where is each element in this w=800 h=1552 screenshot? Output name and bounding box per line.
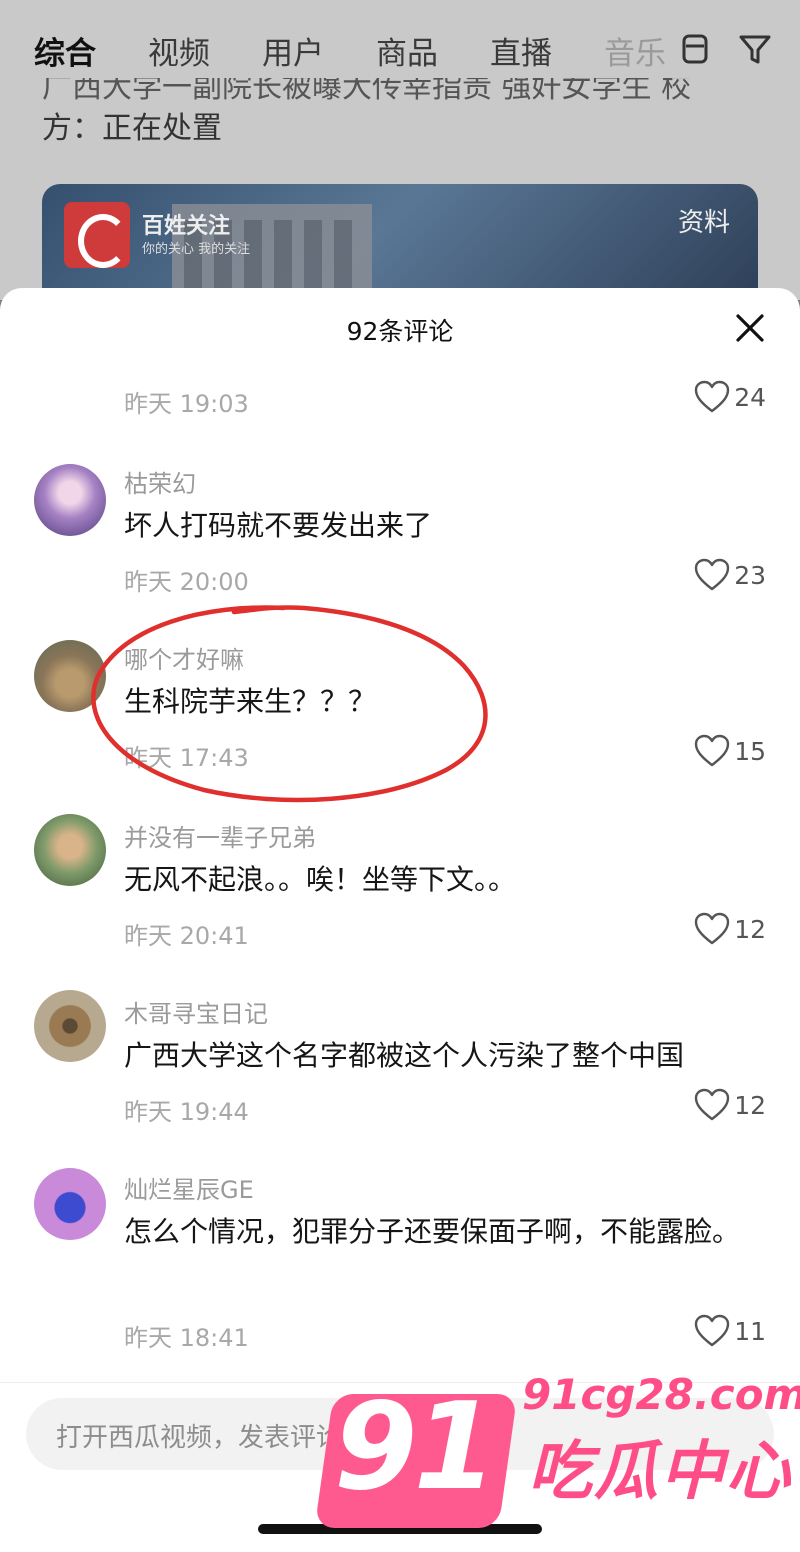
- heart-icon: [694, 1314, 730, 1347]
- tab-comprehensive[interactable]: 综合: [34, 28, 96, 73]
- comment-time: 昨天 19:03: [124, 390, 249, 418]
- comment-time: 昨天 19:44: [124, 1098, 249, 1126]
- like-count: 12: [734, 1090, 766, 1120]
- background-page: 综合 视频 用户 商品 直播 音乐 广西大学一副院长被曝大传幸指责 强奸女学生 …: [0, 0, 800, 300]
- sheet-header: 92条评论: [0, 288, 800, 372]
- video-thumbnail[interactable]: 百姓关注 你的关心 我的关注 资料: [42, 184, 758, 300]
- tab-live[interactable]: 直播: [490, 28, 552, 73]
- like-button[interactable]: 11: [694, 1314, 766, 1348]
- comment-time: 昨天 17:43: [124, 744, 249, 772]
- channel-slogan: 你的关心 我的关注: [142, 242, 251, 257]
- like-count: 12: [734, 914, 766, 944]
- avatar[interactable]: [34, 990, 106, 1062]
- comment-username[interactable]: 枯荣幻: [124, 464, 196, 499]
- comment-time: 昨天 20:00: [124, 568, 249, 596]
- heart-icon: [694, 734, 730, 767]
- close-icon[interactable]: [734, 312, 766, 344]
- tab-music[interactable]: 音乐: [604, 28, 666, 73]
- comment-time: 昨天 18:41: [124, 1324, 249, 1352]
- tab-goods[interactable]: 商品: [376, 28, 438, 73]
- like-button[interactable]: 15: [694, 734, 766, 768]
- tab-user[interactable]: 用户: [262, 28, 324, 73]
- avatar[interactable]: [34, 1168, 106, 1240]
- comment-text: 生科院芋来生？？？: [124, 685, 377, 718]
- comments-sheet: 92条评论: [0, 288, 800, 1552]
- heart-icon: [694, 912, 730, 945]
- comment-text: 怎么个情况，犯罪分子还要保面子啊，不能露脸。: [124, 1215, 741, 1248]
- like-button[interactable]: 12: [694, 912, 766, 946]
- channel-name: 百姓关注: [142, 214, 231, 239]
- comment-username[interactable]: 木哥寻宝日记: [124, 994, 268, 1029]
- comment-text: 无风不起浪。。唉！坐等下文。。: [124, 863, 517, 896]
- watermark-text: 吃瓜中心: [528, 1435, 792, 1509]
- watermark-url: 91cg28.com: [522, 1370, 800, 1419]
- comment-input-placeholder: 打开西瓜视频，发表评论: [56, 1423, 343, 1453]
- comment-username[interactable]: 哪个才好嘛: [124, 640, 244, 675]
- background-headline: 广西大学一副院长被曝大传幸指责 强奸女学生 校 方：正在处置: [42, 78, 692, 146]
- like-button[interactable]: 12: [694, 1088, 766, 1122]
- heart-icon: [694, 1088, 730, 1121]
- card-tag: 资料: [677, 208, 730, 238]
- like-count: 24: [734, 382, 766, 412]
- comment-username[interactable]: 并没有一辈子兄弟: [124, 818, 316, 853]
- like-button[interactable]: 24: [694, 380, 766, 414]
- avatar[interactable]: [34, 814, 106, 886]
- tab-video[interactable]: 视频: [148, 28, 210, 73]
- avatar[interactable]: [34, 464, 106, 536]
- comment-time: 昨天 20:41: [124, 922, 249, 950]
- avatar[interactable]: [34, 640, 106, 712]
- like-button[interactable]: 23: [694, 558, 766, 592]
- heart-icon: [694, 558, 730, 591]
- comment-text: 广西大学这个名字都被这个人污染了整个中国: [124, 1039, 685, 1072]
- heart-icon: [694, 380, 730, 413]
- comment-count-title: 92条评论: [346, 317, 454, 346]
- layout-icon[interactable]: [678, 32, 712, 66]
- like-count: 11: [734, 1316, 766, 1346]
- comment-text: 坏人打码就不要发出来了: [124, 509, 433, 542]
- like-count: 15: [734, 736, 766, 766]
- channel-logo-icon: [64, 202, 130, 268]
- watermark-number: 91: [334, 1378, 497, 1517]
- filter-icon[interactable]: [738, 32, 772, 66]
- comment-username[interactable]: 灿烂星辰GE: [124, 1170, 254, 1205]
- like-count: 23: [734, 560, 766, 590]
